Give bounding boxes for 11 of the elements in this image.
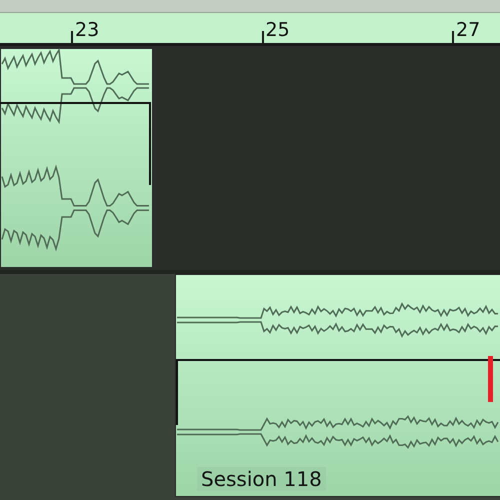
audio-clip[interactable] <box>175 274 500 497</box>
clip-label: Session 118 <box>197 467 326 491</box>
ruler-tick <box>452 31 454 43</box>
playhead-marker[interactable] <box>488 356 493 402</box>
ruler-label: 27 <box>456 21 480 40</box>
ruler-label: 23 <box>75 21 100 40</box>
volume-envelope-line[interactable] <box>176 359 500 425</box>
ruler-label: 25 <box>266 21 290 40</box>
ruler-tick <box>71 31 73 43</box>
volume-envelope-line[interactable] <box>0 102 151 185</box>
ruler-tick <box>262 31 264 43</box>
